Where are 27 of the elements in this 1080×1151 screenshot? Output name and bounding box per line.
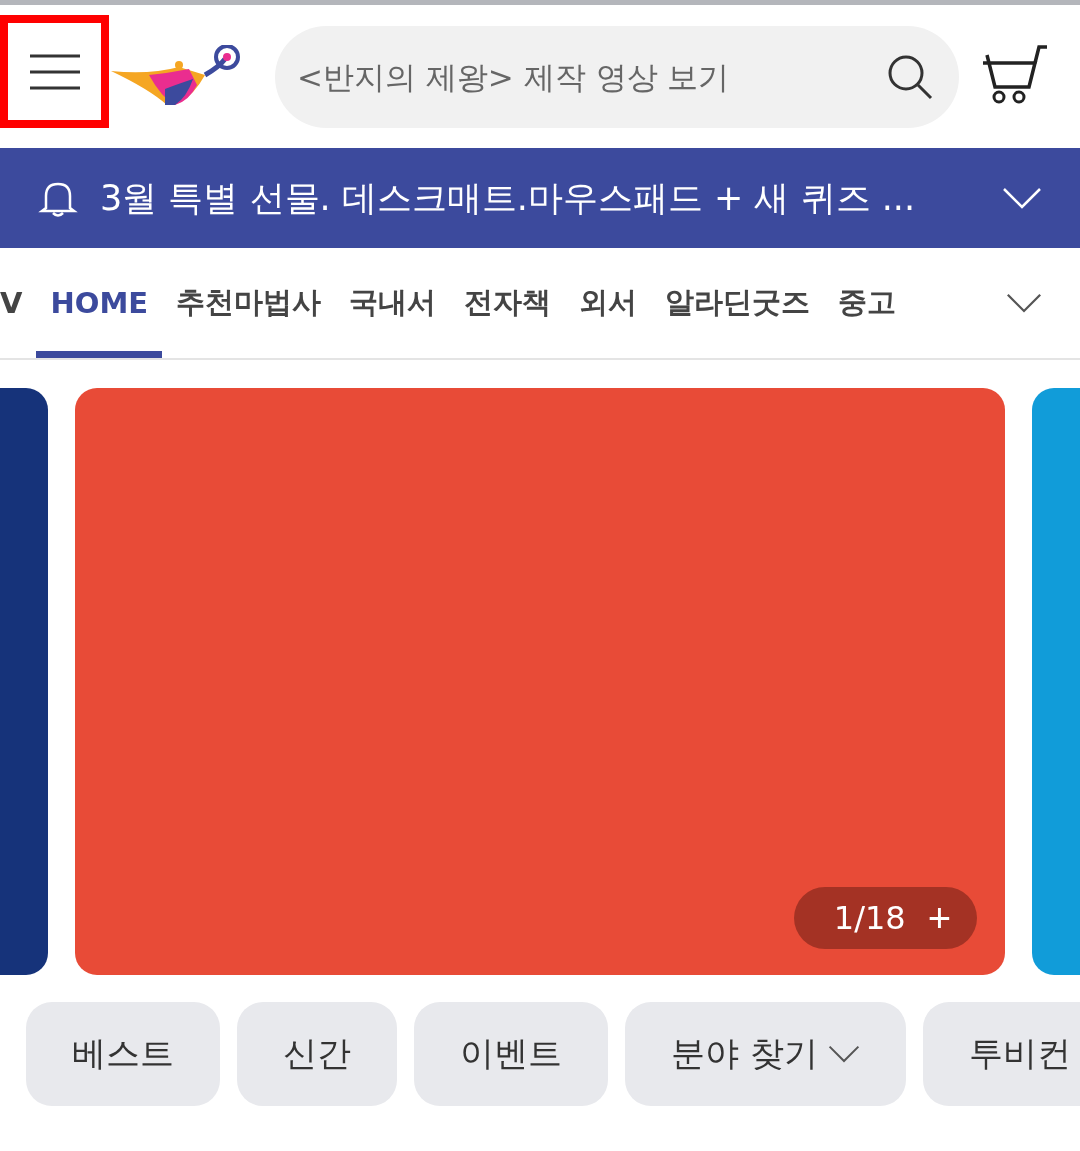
search-icon[interactable] bbox=[887, 53, 933, 100]
category-tab[interactable]: 중고 bbox=[824, 248, 911, 358]
more-button[interactable]: + bbox=[927, 895, 951, 941]
search-bar[interactable]: <반지의 제왕> 제작 영상 보기 bbox=[275, 25, 959, 128]
chevron-down-icon bbox=[1006, 293, 1042, 313]
category-tab[interactable]: 알라딘굿즈 bbox=[651, 248, 825, 358]
category-tab[interactable]: 국내서 bbox=[335, 248, 451, 358]
cart-icon bbox=[981, 45, 1047, 105]
category-chip[interactable]: 신간 bbox=[237, 1002, 397, 1106]
menu-button[interactable] bbox=[0, 15, 109, 128]
notice-text: 3월 특별 선물. 데스크매트.마우스패드 + 새 퀴즈 ... bbox=[100, 176, 917, 220]
category-tab[interactable]: 전자책 bbox=[450, 248, 566, 358]
category-tab[interactable]: HOME bbox=[36, 248, 163, 358]
category-chip[interactable]: 분야 찾기 bbox=[625, 1002, 906, 1106]
category-chip[interactable]: 베스트 bbox=[26, 1002, 220, 1106]
search-field[interactable]: <반지의 제왕> 제작 영상 보기 bbox=[295, 57, 887, 96]
counter-text: 1/18 bbox=[833, 899, 906, 937]
chevron-down-icon bbox=[1002, 187, 1042, 209]
category-chip[interactable]: 투비컨 bbox=[922, 1002, 1080, 1106]
chevron-down-icon bbox=[827, 1045, 860, 1063]
category-tab[interactable]: 추천마법사 bbox=[162, 248, 336, 358]
category-chip[interactable]: 이벤트 bbox=[414, 1002, 608, 1106]
category-tab[interactable]: V bbox=[0, 248, 37, 358]
banner-slide[interactable]: 1/18 + bbox=[75, 388, 1005, 975]
notice-banner[interactable]: 3월 특별 선물. 데스크매트.마우스패드 + 새 퀴즈 ... bbox=[0, 148, 1080, 248]
menu-icon bbox=[29, 53, 80, 90]
category-tab[interactable]: 외서 bbox=[565, 248, 652, 358]
